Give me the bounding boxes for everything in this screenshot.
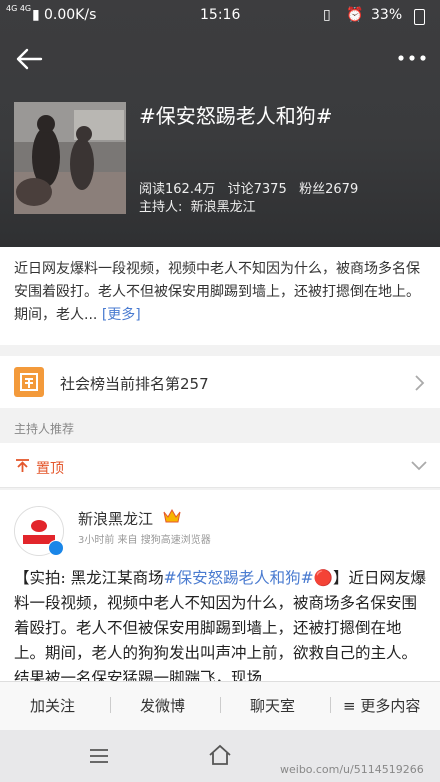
verified-badge-icon xyxy=(48,540,64,556)
pinned-header[interactable] xyxy=(0,443,440,488)
more-content-label: 更多内容 xyxy=(360,697,421,715)
signal-icon: ▮ xyxy=(32,7,40,23)
post-meta: 3小时前 来自 搜狗高速浏览器 xyxy=(78,535,211,546)
home-icon[interactable] xyxy=(208,744,232,766)
battery-icon xyxy=(414,9,425,25)
separator xyxy=(110,697,111,713)
intro-body: 近日网友爆料一段视频，视频中老人不知因为什么，被商场多名保安围着殴打。老人不但被… xyxy=(14,261,420,323)
post-prefix: 【实拍: 黑龙江某商场 xyxy=(14,569,164,587)
intro-text: 近日网友爆料一段视频，视频中老人不知因为什么，被商场多名保安围着殴打。老人不但被… xyxy=(14,258,432,327)
emoji-icon: 🔴 xyxy=(313,569,333,587)
pinned-icon xyxy=(16,459,29,472)
ranking-icon xyxy=(14,367,44,397)
network-indicator: 4G 4G xyxy=(6,4,32,13)
host-label: 主持人: xyxy=(139,200,183,215)
follow-button[interactable]: 加关注 xyxy=(30,695,75,716)
chevron-right-icon xyxy=(415,375,425,391)
post-topic-tag[interactable]: #保安怒踢老人和狗# xyxy=(164,569,314,587)
host-name-link[interactable]: 新浪黑龙江 xyxy=(191,200,256,215)
fan-count: 粉丝2679 xyxy=(299,182,359,197)
watermark: weibo.com/u/5114519266 xyxy=(280,763,424,776)
vip-crown-icon xyxy=(163,508,181,523)
rank-label: 社会榜当前排名第257 xyxy=(60,375,209,393)
read-count: 阅读162.4万 xyxy=(139,182,216,197)
more-content-button[interactable]: ≡ 更多内容 xyxy=(343,695,420,716)
menu-icon[interactable] xyxy=(88,748,110,764)
topic-title: #保安怒踢老人和狗# xyxy=(139,104,333,128)
pinned-label: 置顶 xyxy=(36,461,64,477)
topic-thumbnail xyxy=(14,102,126,214)
post-weibo-button[interactable]: 发微博 xyxy=(140,695,185,716)
post-author[interactable]: 新浪黑龙江 xyxy=(78,508,153,529)
discussion-count: 讨论7375 xyxy=(227,182,287,197)
battery-level: 33% xyxy=(371,7,403,23)
intro-more-link[interactable]: [更多] xyxy=(102,307,141,323)
separator xyxy=(220,697,221,713)
chat-room-button[interactable]: 聊天室 xyxy=(250,695,295,716)
clock: 15:16 xyxy=(200,7,241,23)
vibrate-icon: ▯ xyxy=(323,7,331,23)
chevron-down-icon[interactable] xyxy=(410,460,428,472)
back-arrow-icon[interactable] xyxy=(14,44,44,74)
topic-stats: 阅读162.4万 讨论7375 粉丝2679 xyxy=(139,178,358,197)
post-text: 【实拍: 黑龙江某商场#保安怒踢老人和狗#🔴】近日网友爆料一段视频，视频中老人不… xyxy=(14,566,432,691)
more-options-icon[interactable] xyxy=(396,48,428,68)
alarm-icon: ⏰ xyxy=(346,7,364,23)
separator xyxy=(330,697,331,713)
network-speed: 0.00K/s xyxy=(44,7,97,23)
topic-host: 主持人: 新浪黑龙江 xyxy=(139,196,256,215)
menu-icon: ≡ xyxy=(343,697,361,715)
status-bar: 4G 4G ▮ 0.00K/s 15:16 ▯ ⏰ 33% xyxy=(0,0,440,30)
host-recommend-label: 主持人推荐 xyxy=(14,422,75,436)
